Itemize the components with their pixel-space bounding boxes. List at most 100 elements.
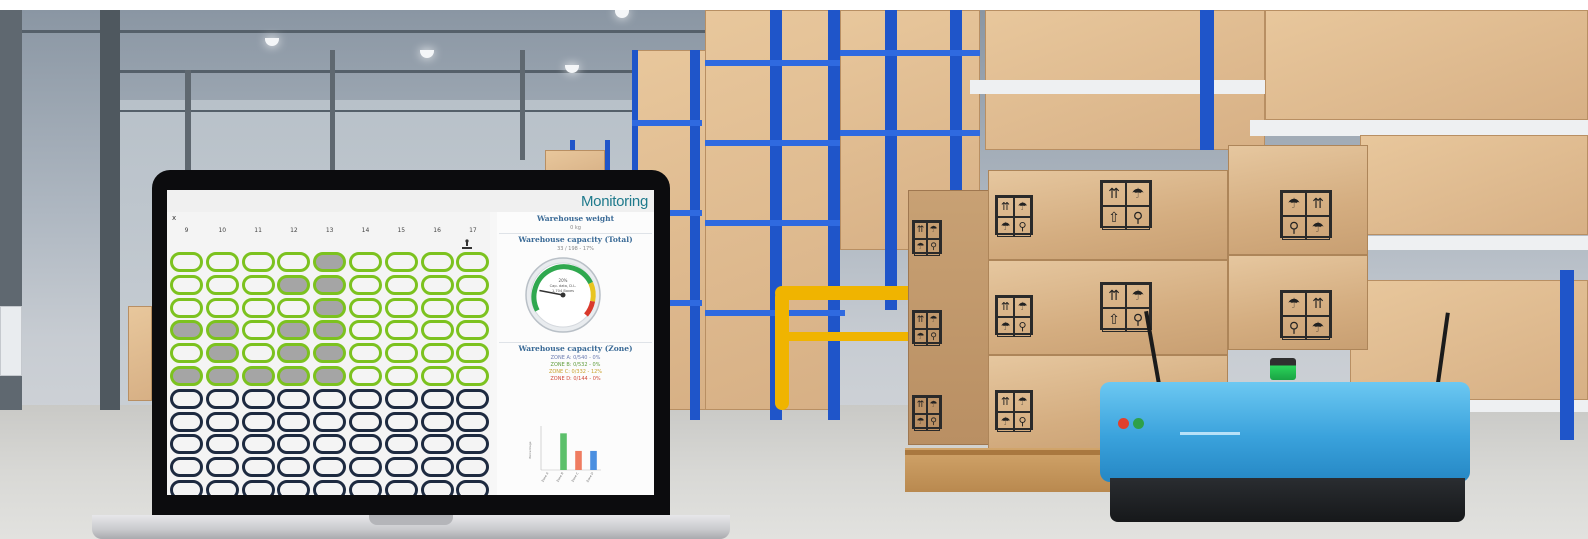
storage-slot[interactable] [456, 388, 490, 409]
storage-slot[interactable] [170, 343, 203, 364]
storage-slot[interactable] [456, 343, 490, 364]
storage-slot[interactable] [241, 411, 275, 432]
storage-slot[interactable] [456, 320, 490, 341]
storage-slot[interactable] [456, 434, 490, 455]
storage-slot[interactable] [277, 274, 311, 295]
storage-slot[interactable] [349, 411, 382, 432]
storage-slot[interactable] [170, 411, 203, 432]
storage-slot[interactable] [384, 320, 418, 341]
storage-slot[interactable] [277, 320, 311, 341]
storage-slot[interactable] [420, 274, 454, 295]
bar-zone-b [560, 433, 567, 470]
storage-slot[interactable] [313, 434, 347, 455]
storage-slot[interactable] [349, 457, 382, 478]
storage-slot[interactable] [349, 297, 382, 318]
storage-slot[interactable] [170, 252, 203, 272]
storage-slot[interactable] [277, 366, 311, 386]
storage-slot[interactable] [420, 411, 454, 432]
storage-slot[interactable] [420, 320, 454, 341]
storage-slot[interactable] [456, 252, 490, 272]
storage-slot[interactable] [170, 434, 203, 455]
storage-slot[interactable] [170, 297, 203, 318]
storage-slot[interactable] [205, 434, 239, 455]
storage-slot[interactable] [205, 480, 239, 495]
storage-slot[interactable] [456, 274, 490, 295]
storage-slot[interactable] [241, 343, 275, 364]
storage-slot[interactable] [384, 252, 418, 272]
storage-slot[interactable] [313, 388, 347, 409]
storage-slot[interactable] [313, 480, 347, 495]
storage-slot[interactable] [241, 457, 275, 478]
storage-slot[interactable] [313, 457, 347, 478]
storage-slot[interactable] [313, 366, 347, 386]
storage-slot[interactable] [241, 434, 275, 455]
storage-slot[interactable] [205, 320, 239, 341]
storage-slot[interactable] [241, 320, 275, 341]
storage-slot[interactable] [205, 457, 239, 478]
storage-slot[interactable] [205, 252, 239, 272]
storage-slot[interactable] [170, 274, 203, 295]
storage-slot[interactable] [384, 434, 418, 455]
storage-slot[interactable] [205, 388, 239, 409]
storage-slot[interactable] [241, 480, 275, 495]
storage-slot[interactable] [205, 366, 239, 386]
storage-slot[interactable] [277, 434, 311, 455]
storage-slot[interactable] [384, 343, 418, 364]
storage-slot[interactable] [313, 320, 347, 341]
storage-slot[interactable] [277, 297, 311, 318]
storage-slot[interactable] [384, 411, 418, 432]
storage-slot[interactable] [349, 343, 382, 364]
storage-slot[interactable] [349, 434, 382, 455]
storage-slot[interactable] [170, 388, 203, 409]
storage-slot[interactable] [205, 411, 239, 432]
storage-slot[interactable] [420, 480, 454, 495]
storage-slot[interactable] [205, 274, 239, 295]
storage-slot[interactable] [170, 320, 203, 341]
storage-slot[interactable] [349, 320, 382, 341]
storage-slot[interactable] [277, 252, 311, 272]
storage-slot[interactable] [277, 457, 311, 478]
storage-slot[interactable] [277, 411, 311, 432]
storage-slot[interactable] [313, 297, 347, 318]
storage-slot[interactable] [313, 274, 347, 295]
storage-slot[interactable] [420, 252, 454, 272]
storage-slot[interactable] [349, 252, 382, 272]
storage-slot[interactable] [384, 366, 418, 386]
storage-slot[interactable] [456, 480, 490, 495]
storage-slot[interactable] [241, 297, 275, 318]
storage-slot[interactable] [384, 388, 418, 409]
storage-slot[interactable] [241, 366, 275, 386]
storage-slot[interactable] [420, 457, 454, 478]
storage-slot[interactable] [277, 388, 311, 409]
storage-slot[interactable] [313, 252, 347, 272]
storage-slot[interactable] [170, 480, 203, 495]
storage-slot[interactable] [241, 252, 275, 272]
storage-slot[interactable] [420, 434, 454, 455]
storage-slot[interactable] [241, 274, 275, 295]
storage-slot[interactable] [384, 297, 418, 318]
storage-slot[interactable] [420, 343, 454, 364]
storage-slot[interactable] [349, 274, 382, 295]
storage-slot[interactable] [349, 480, 382, 495]
storage-slot[interactable] [456, 366, 490, 386]
storage-slot[interactable] [456, 457, 490, 478]
storage-slot[interactable] [420, 388, 454, 409]
storage-slot[interactable] [277, 343, 311, 364]
storage-slot[interactable] [456, 297, 490, 318]
storage-slot[interactable] [170, 457, 203, 478]
storage-slot[interactable] [384, 274, 418, 295]
storage-slot[interactable] [420, 297, 454, 318]
storage-slot[interactable] [205, 297, 239, 318]
storage-slot[interactable] [277, 480, 311, 495]
storage-slot[interactable] [456, 411, 490, 432]
storage-slot[interactable] [170, 366, 203, 386]
storage-slot[interactable] [384, 480, 418, 495]
storage-slot[interactable] [241, 388, 275, 409]
storage-slot[interactable] [384, 457, 418, 478]
storage-slot[interactable] [313, 411, 347, 432]
storage-slot[interactable] [349, 388, 382, 409]
storage-slot[interactable] [349, 366, 382, 386]
storage-slot[interactable] [205, 343, 239, 364]
storage-slot[interactable] [313, 343, 347, 364]
storage-slot[interactable] [420, 366, 454, 386]
